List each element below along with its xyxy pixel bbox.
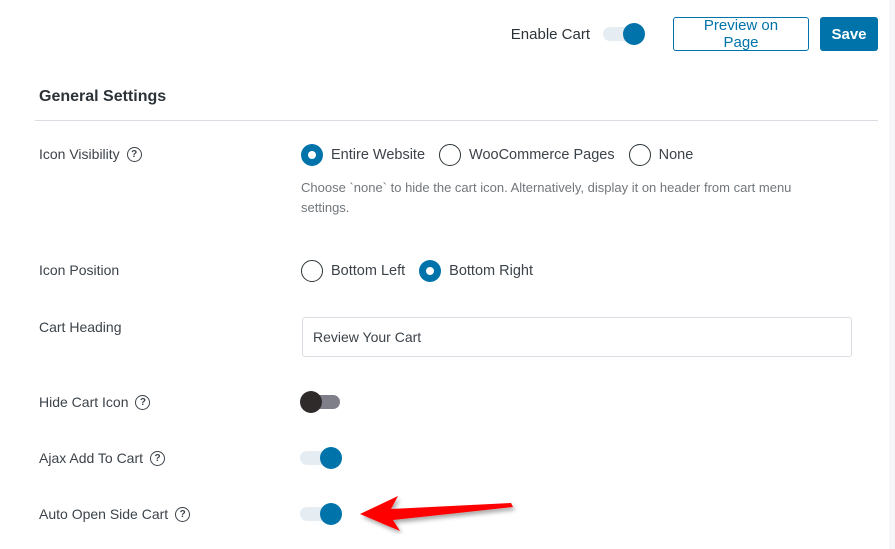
icon-visibility-description: Choose `none` to hide the cart icon. Alt… (301, 180, 792, 215)
help-icon[interactable]: ? (126, 146, 142, 162)
toggle-knob (623, 23, 645, 45)
cart-heading-label: Cart Heading (39, 319, 122, 335)
section-title: General Settings (39, 88, 167, 105)
toggle-knob (300, 391, 322, 413)
radio-bottom-left[interactable]: Bottom Left (301, 260, 405, 282)
icon-position-text: Icon Position (39, 262, 120, 278)
top-toolbar: Enable Cart Preview on Page Save (511, 17, 878, 51)
radio-label: None (658, 147, 694, 163)
help-icon[interactable]: ? (135, 394, 151, 410)
auto-open-side-cart-toggle[interactable] (300, 503, 342, 525)
ajax-add-to-cart-toggle[interactable] (300, 447, 342, 469)
cart-heading-input[interactable] (302, 317, 852, 357)
radio-unchecked-icon[interactable] (439, 144, 462, 166)
icon-position-radio-group: Bottom Left Bottom Right (301, 260, 547, 282)
radio-bottom-right[interactable]: Bottom Right (419, 260, 533, 282)
scrollbar-track (889, 0, 895, 549)
ajax-add-to-cart-text: Ajax Add To Cart (39, 450, 144, 466)
enable-cart-toggle[interactable] (603, 23, 645, 45)
hide-cart-icon-label: Hide Cart Icon ? (39, 394, 151, 410)
red-arrow-annotation-icon (360, 496, 513, 531)
hide-cart-icon-toggle[interactable] (300, 391, 340, 413)
hide-cart-icon-text: Hide Cart Icon (39, 394, 129, 410)
icon-position-label: Icon Position (39, 262, 119, 278)
divider (35, 120, 878, 121)
preview-on-page-button[interactable]: Preview on Page (673, 17, 809, 51)
radio-checked-icon[interactable] (301, 144, 323, 166)
enable-cart-label: Enable Cart (510, 25, 590, 43)
toggle-knob (320, 503, 342, 525)
save-button[interactable]: Save (820, 17, 878, 51)
icon-visibility-label: Icon Visibility ? (39, 146, 142, 162)
radio-label: Bottom Right (449, 263, 533, 279)
auto-open-side-cart-text: Auto Open Side Cart (39, 506, 169, 522)
toggle-knob (320, 447, 342, 469)
radio-none[interactable]: None (628, 144, 694, 166)
auto-open-side-cart-label: Auto Open Side Cart ? (39, 506, 191, 522)
icon-visibility-text: Icon Visibility (39, 146, 120, 162)
radio-label: WooCommerce Pages (469, 147, 615, 163)
radio-unchecked-icon[interactable] (301, 260, 323, 282)
radio-checked-icon[interactable] (419, 260, 442, 282)
radio-label: Entire Website (331, 147, 426, 163)
help-icon[interactable]: ? (150, 450, 166, 466)
help-icon[interactable]: ? (175, 506, 191, 522)
ajax-add-to-cart-label: Ajax Add To Cart ? (39, 450, 166, 466)
icon-visibility-radio-group: Entire Website WooCommerce Pages None (301, 144, 707, 166)
radio-label: Bottom Left (331, 263, 406, 279)
radio-unchecked-icon[interactable] (628, 144, 651, 166)
radio-entire-website[interactable]: Entire Website (301, 144, 425, 166)
radio-woocommerce-pages[interactable]: WooCommerce Pages (439, 144, 615, 166)
cart-heading-text: Cart Heading (39, 319, 122, 335)
